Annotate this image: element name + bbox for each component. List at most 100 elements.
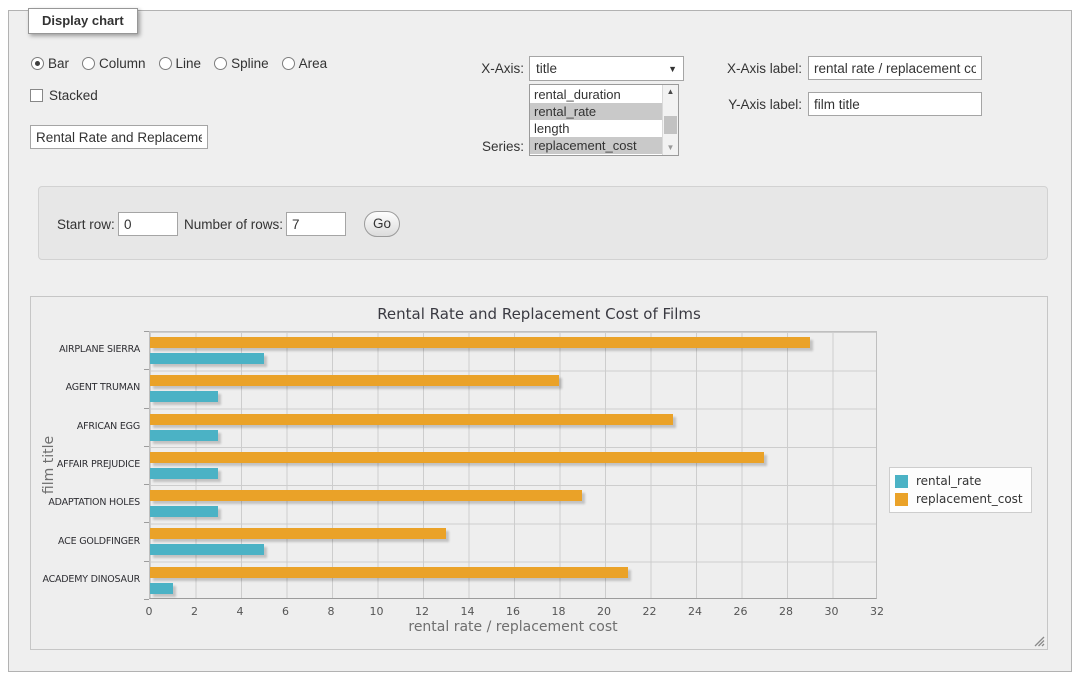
y-category-label: ADAPTATION HOLES [31,497,145,508]
series-option-rental-duration[interactable]: rental_duration [530,86,662,103]
radio-spline-icon[interactable] [214,57,227,70]
chart-title: Rental Rate and Replacement Cost of Film… [31,305,1047,323]
stacked-checkbox[interactable] [30,89,43,102]
y-tick-mark [144,369,149,370]
y-tick-mark [144,484,149,485]
bar-replacement_cost [150,528,446,539]
scroll-up-icon[interactable]: ▲ [663,85,678,99]
legend-swatch-icon [895,475,908,488]
x-tick-label: 8 [311,605,351,618]
panel-title: Display chart [28,8,138,34]
page: Display chart Bar Column Line Spline Are… [0,0,1081,681]
x-tick-label: 30 [812,605,852,618]
go-button[interactable]: Go [364,211,400,237]
x-tick-label: 4 [220,605,260,618]
legend-item: rental_rate [895,472,1023,490]
x-tick-label: 2 [175,605,215,618]
bar-rental_rate [150,468,218,479]
y-category-label: AFRICAN EGG [31,421,145,432]
y-category-label: ACADEMY DINOSAUR [31,574,145,585]
stacked-checkbox-row[interactable]: Stacked [30,88,98,103]
x-tick-label: 12 [402,605,442,618]
radio-line[interactable]: Line [159,56,202,71]
y-tick-mark [144,408,149,409]
radio-area-icon[interactable] [282,57,295,70]
x-axis-select-label: X-Axis: [446,61,524,76]
resize-handle-icon[interactable] [1034,636,1045,647]
x-tick-label: 18 [539,605,579,618]
y-category-label: AIRPLANE SIERRA [31,344,145,355]
radio-bar-icon[interactable] [31,57,44,70]
radio-spline[interactable]: Spline [214,56,269,71]
x-axis-title: rental rate / replacement cost [149,619,877,635]
num-rows-label: Number of rows: [184,217,283,232]
series-option-replacement-cost[interactable]: replacement_cost [530,137,662,154]
y-tick-mark [144,446,149,447]
legend-label: replacement_cost [916,492,1023,506]
bar-rental_rate [150,353,264,364]
x-tick-label: 32 [857,605,897,618]
series-scrollbar[interactable]: ▲ ▼ [662,85,678,155]
radio-bar-label: Bar [48,56,69,71]
series-options: rental_duration rental_rate length repla… [530,85,662,155]
x-tick-label: 14 [448,605,488,618]
x-tick-label: 10 [357,605,397,618]
bar-replacement_cost [150,490,582,501]
chart-type-radio-group: Bar Column Line Spline Area [31,56,327,71]
bar-replacement_cost [150,337,810,348]
y-tick-mark [144,561,149,562]
chart-legend: rental_rate replacement_cost [889,467,1032,513]
x-tick-label: 16 [493,605,533,618]
x-tick-label: 26 [721,605,761,618]
x-axis-select[interactable]: title ▼ [529,56,684,81]
x-tick-label: 6 [266,605,306,618]
scroll-thumb[interactable] [664,116,677,134]
start-row-input[interactable] [118,212,178,236]
x-tick-label: 20 [584,605,624,618]
x-axis-label-label: X-Axis label: [712,61,802,76]
bar-rental_rate [150,391,218,402]
series-option-length[interactable]: length [530,120,662,137]
series-multiselect[interactable]: rental_duration rental_rate length repla… [529,84,679,156]
chart-title-input[interactable] [30,125,208,149]
scroll-down-icon[interactable]: ▼ [663,141,678,155]
y-category-label: AFFAIR PREJUDICE [31,459,145,470]
y-category-label: AGENT TRUMAN [31,382,145,393]
radio-line-label: Line [176,56,202,71]
x-axis-label-input[interactable] [808,56,982,80]
legend-item: replacement_cost [895,490,1023,508]
bar-replacement_cost [150,567,628,578]
bar-rental_rate [150,583,173,594]
plot-area [149,331,877,599]
radio-bar[interactable]: Bar [31,56,69,71]
legend-label: rental_rate [916,474,981,488]
radio-spline-label: Spline [231,56,269,71]
y-axis-label-input[interactable] [808,92,982,116]
legend-swatch-icon [895,493,908,506]
radio-column-icon[interactable] [82,57,95,70]
y-tick-mark [144,599,149,600]
start-row-label: Start row: [57,217,115,232]
bar-replacement_cost [150,452,764,463]
x-tick-label: 0 [129,605,169,618]
x-tick-label: 22 [630,605,670,618]
num-rows-input[interactable] [286,212,346,236]
bar-rental_rate [150,544,264,555]
stacked-label: Stacked [49,88,98,103]
series-select-label: Series: [446,139,524,154]
bar-rental_rate [150,506,218,517]
bar-replacement_cost [150,375,559,386]
radio-area[interactable]: Area [282,56,328,71]
y-tick-mark [144,522,149,523]
radio-column-label: Column [99,56,146,71]
x-tick-label: 28 [766,605,806,618]
series-option-rental-rate[interactable]: rental_rate [530,103,662,120]
y-category-label: ACE GOLDFINGER [31,536,145,547]
radio-area-label: Area [299,56,328,71]
y-tick-mark [144,331,149,332]
radio-line-icon[interactable] [159,57,172,70]
chart-area: Rental Rate and Replacement Cost of Film… [30,296,1048,650]
radio-column[interactable]: Column [82,56,146,71]
bar-rental_rate [150,430,218,441]
y-axis-label-label: Y-Axis label: [712,97,802,112]
